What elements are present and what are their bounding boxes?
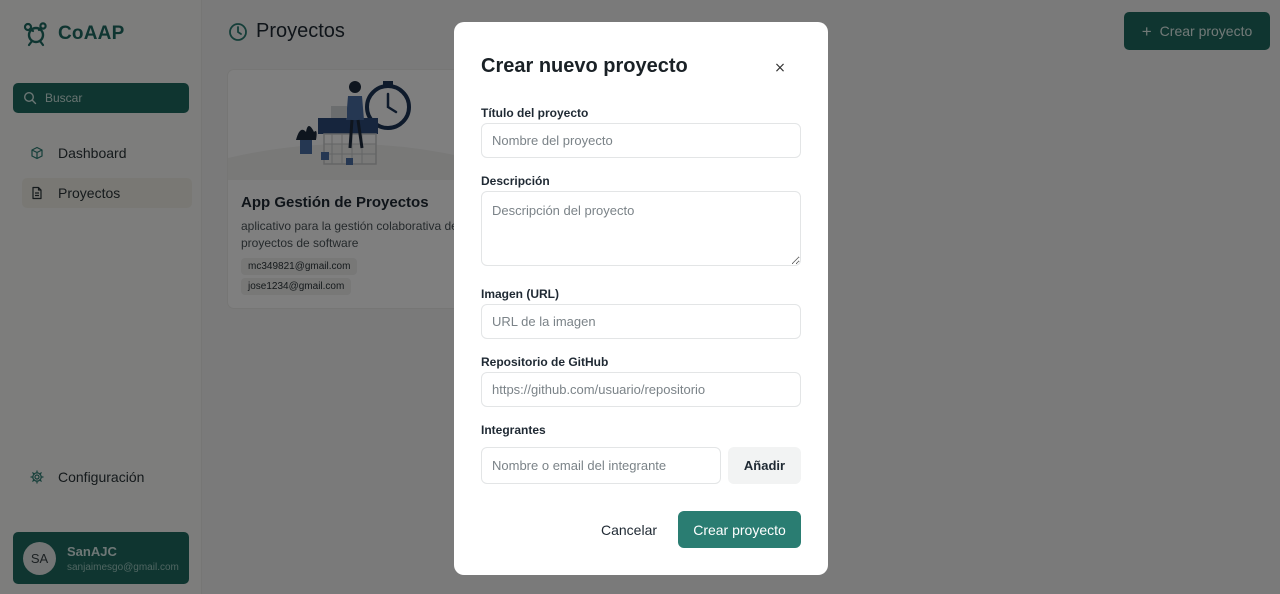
submit-create-project-button[interactable]: Crear proyecto <box>678 511 801 548</box>
project-title-input[interactable] <box>481 123 801 158</box>
github-repo-input[interactable] <box>481 372 801 407</box>
image-label: Imagen (URL) <box>481 287 559 301</box>
project-description-input[interactable] <box>481 191 801 266</box>
title-label: Título del proyecto <box>481 106 589 120</box>
modal-title: Crear nuevo proyecto <box>481 55 688 77</box>
members-label: Integrantes <box>481 423 546 437</box>
create-project-modal: Crear nuevo proyecto × Título del proyec… <box>454 22 828 575</box>
repo-label: Repositorio de GitHub <box>481 355 609 369</box>
close-icon[interactable]: × <box>770 58 790 78</box>
description-label: Descripción <box>481 174 550 188</box>
image-url-input[interactable] <box>481 304 801 339</box>
cancel-button[interactable]: Cancelar <box>594 511 664 548</box>
member-input[interactable] <box>481 447 721 484</box>
add-member-button[interactable]: Añadir <box>728 447 801 484</box>
